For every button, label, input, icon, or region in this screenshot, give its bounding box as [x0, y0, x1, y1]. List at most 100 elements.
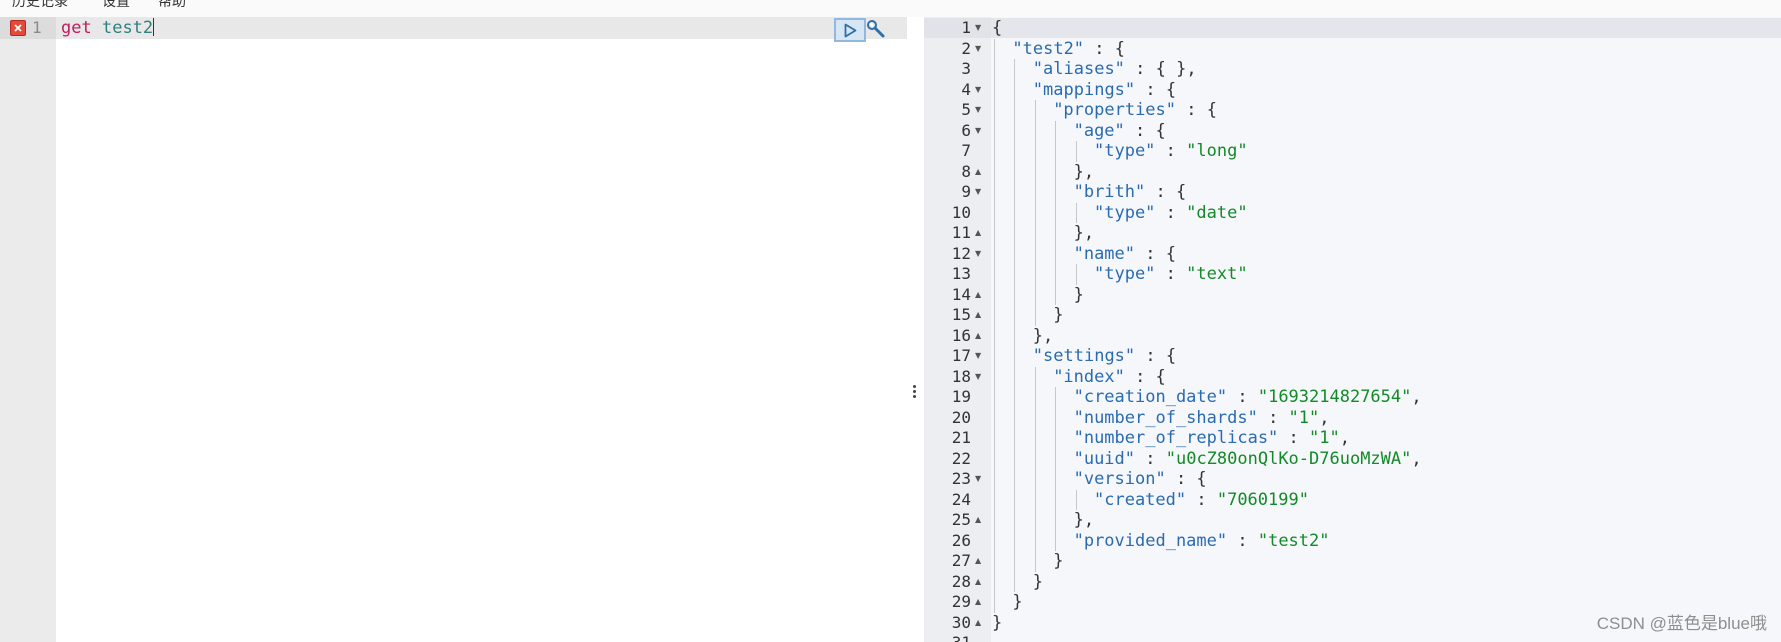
- indent-guide: [1014, 489, 1016, 510]
- indent-guide: [1014, 79, 1016, 100]
- fold-open-icon[interactable]: ▼: [975, 80, 981, 101]
- indent-guide: [994, 202, 995, 223]
- indent-guide: [1034, 551, 1036, 572]
- code-text: "type" : "long": [1094, 141, 1248, 162]
- fold-close-icon[interactable]: ▲: [975, 162, 981, 183]
- fold-close-icon[interactable]: ▲: [975, 592, 981, 613]
- indent-guide: [1014, 469, 1016, 490]
- indent-guide: [1034, 448, 1036, 469]
- line-number: 19: [951, 387, 971, 406]
- request-editor[interactable]: 1 get test2: [0, 17, 907, 642]
- json-value: "date": [1186, 202, 1248, 223]
- json-punctuation: }: [992, 612, 1003, 633]
- json-key: "name": [1073, 243, 1136, 264]
- json-key: "number_of_replicas": [1073, 428, 1279, 448]
- line-number: 14: [951, 284, 971, 304]
- json-punctuation: : {: [1124, 120, 1166, 141]
- indent-guide: [994, 387, 995, 408]
- line-number: 22: [951, 448, 971, 468]
- code-text: },: [1074, 223, 1094, 244]
- code-text: "test2" : {: [1012, 39, 1125, 60]
- fold-open-icon[interactable]: ▼: [975, 39, 981, 60]
- json-punctuation: :: [1186, 489, 1217, 510]
- indent-guide: [1055, 182, 1057, 203]
- indent-guide: [994, 305, 995, 326]
- indent-guide: [1034, 141, 1036, 162]
- menu-item-help[interactable]: 帮助: [158, 0, 186, 11]
- code-text: },: [1074, 162, 1094, 183]
- line-number: 29: [951, 592, 971, 611]
- indent-guide: [1034, 305, 1036, 326]
- indent-guide: [1034, 428, 1036, 449]
- response-viewer[interactable]: 1 ▼{2 ▼ "test2" : {3 "aliases" : { }, 4 ▼ "mapp…: [924, 17, 1781, 642]
- fold-close-icon[interactable]: ▲: [975, 572, 981, 593]
- fold-close-icon[interactable]: ▲: [975, 305, 981, 326]
- json-key: "properties": [1053, 100, 1177, 120]
- fold-close-icon[interactable]: ▲: [975, 223, 981, 244]
- fold-close-icon[interactable]: ▲: [975, 285, 981, 306]
- run-request-button[interactable]: [834, 18, 866, 42]
- fold-open-icon[interactable]: ▼: [975, 18, 981, 39]
- indent-guide: [1034, 366, 1036, 387]
- menu-item-history[interactable]: 历史记录: [12, 0, 68, 11]
- play-icon: [844, 23, 857, 38]
- json-punctuation: },: [1073, 510, 1095, 530]
- line-number: 20: [951, 407, 971, 427]
- indent-guide: [1034, 223, 1036, 244]
- indent-guide: [994, 264, 995, 285]
- json-key: "test2": [1012, 38, 1085, 59]
- indent-guide: [994, 428, 995, 449]
- json-value: "7060199": [1216, 489, 1309, 510]
- indent-guide: [1014, 284, 1016, 305]
- indent-guide: [994, 141, 995, 162]
- error-icon[interactable]: [10, 20, 26, 36]
- code-text: "mappings" : {: [1033, 80, 1176, 101]
- indent-guide: [1034, 489, 1036, 510]
- fold-open-icon[interactable]: ▼: [975, 367, 981, 388]
- fold-close-icon[interactable]: ▲: [975, 613, 981, 634]
- pane-split-handle[interactable]: [907, 17, 924, 642]
- line-number: 13: [951, 264, 971, 283]
- indent-guide: [994, 469, 995, 490]
- indent-guide: [994, 489, 995, 510]
- line-number: 11: [951, 223, 971, 242]
- indent-guide: [994, 59, 995, 80]
- indent-guide: [1055, 407, 1057, 428]
- indent-guide: [994, 530, 995, 551]
- indent-guide: [1014, 243, 1016, 264]
- code-text: }: [992, 613, 1002, 634]
- indent-guide: [994, 284, 995, 305]
- indent-guide: [994, 38, 995, 59]
- json-punctuation: },: [1073, 223, 1095, 243]
- fold-open-icon[interactable]: ▼: [975, 469, 981, 490]
- request-line[interactable]: get test2: [61, 18, 155, 38]
- indent-guide: [1055, 264, 1057, 285]
- json-punctuation: {: [992, 18, 1003, 38]
- code-text: }: [1074, 285, 1084, 306]
- json-value: "text": [1186, 264, 1248, 284]
- fold-close-icon[interactable]: ▲: [975, 510, 981, 531]
- json-punctuation: },: [1032, 325, 1054, 346]
- indent-guide: [1014, 161, 1016, 182]
- fold-open-icon[interactable]: ▼: [975, 100, 981, 121]
- json-punctuation: :: [1155, 141, 1187, 161]
- indent-guide: [1014, 141, 1016, 162]
- indent-guide: [1014, 366, 1016, 387]
- json-punctuation: : {: [1176, 100, 1217, 120]
- fold-open-icon[interactable]: ▼: [975, 346, 981, 367]
- indent-guide: [994, 346, 995, 367]
- menu-bar: 历史记录 设置 帮助: [0, 0, 1781, 17]
- indent-guide: [994, 592, 995, 613]
- line-number: 15: [951, 305, 971, 324]
- fold-close-icon[interactable]: ▲: [975, 326, 981, 347]
- fold-open-icon[interactable]: ▼: [975, 182, 981, 203]
- indent-guide: [1014, 346, 1016, 367]
- menu-item-settings[interactable]: 设置: [102, 0, 130, 11]
- fold-open-icon[interactable]: ▼: [975, 121, 981, 142]
- fold-close-icon[interactable]: ▲: [975, 551, 981, 572]
- line-number: 16: [951, 325, 971, 345]
- indent-guide: [1055, 202, 1057, 223]
- fold-open-icon[interactable]: ▼: [975, 244, 981, 265]
- indent-guide: [1055, 161, 1057, 182]
- wrench-icon[interactable]: [866, 19, 886, 39]
